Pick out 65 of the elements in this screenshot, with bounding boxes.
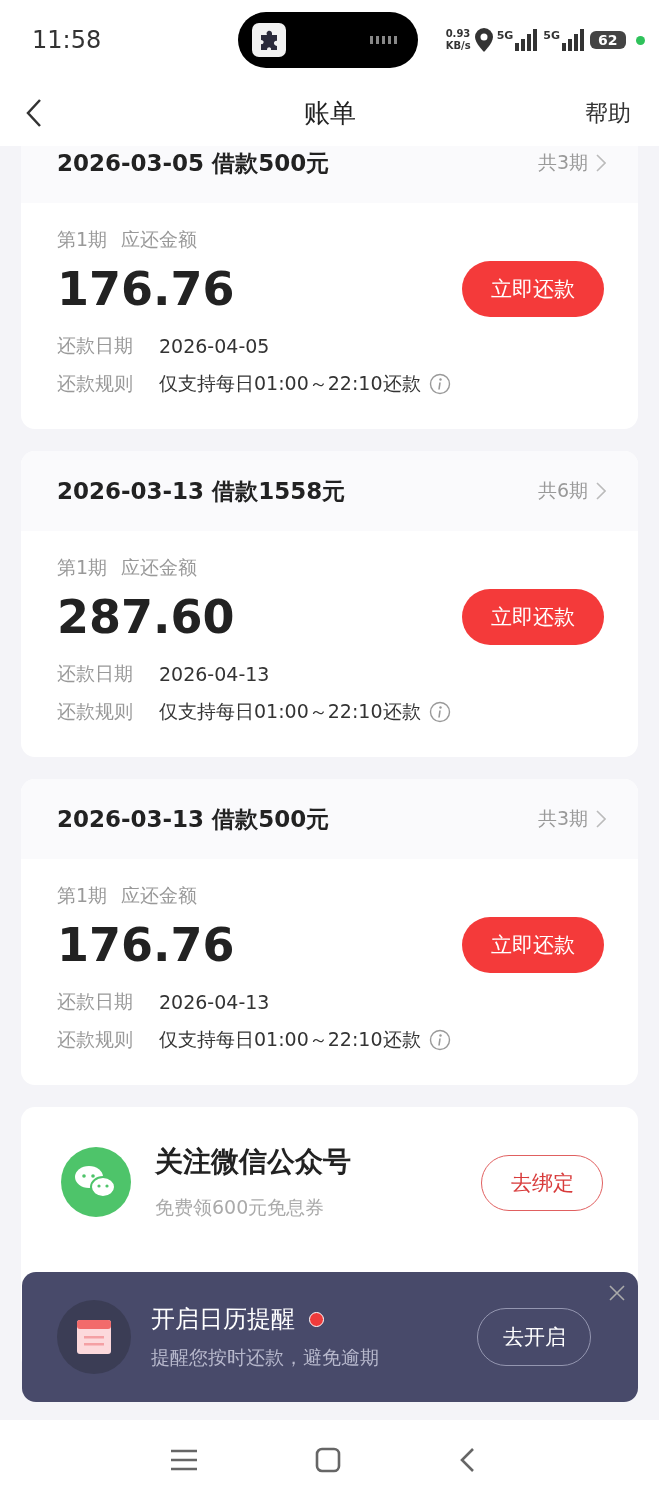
detail-label: 还款日期 xyxy=(57,989,134,1014)
term-count: 共3期 xyxy=(537,806,588,831)
detail-value: 仅支持每日01:00～22:10还款 xyxy=(159,371,421,396)
info-icon[interactable] xyxy=(428,373,451,395)
detail-value: 2026-04-13 xyxy=(159,991,270,1013)
loan-title: 2026-03-13 借款500元 xyxy=(57,804,331,834)
detail-label: 还款日期 xyxy=(57,333,134,358)
puzzle-icon xyxy=(252,23,286,57)
detail-value: 2026-04-05 xyxy=(159,335,270,357)
term-count: 共6期 xyxy=(537,478,588,503)
amount-value: 176.76 xyxy=(57,262,235,316)
detail-value: 2026-04-13 xyxy=(159,663,270,685)
installment-label: 第1期 xyxy=(57,227,108,252)
help-link[interactable]: 帮助 xyxy=(585,97,631,129)
amount-label: 应还金额 xyxy=(121,883,198,908)
detail-label: 还款规则 xyxy=(57,371,134,396)
chevron-icon xyxy=(596,810,606,828)
amount-label: 应还金额 xyxy=(121,227,198,252)
signal-icon xyxy=(513,29,540,51)
installment-label: 第1期 xyxy=(57,555,108,580)
detail-label: 还款规则 xyxy=(57,1027,134,1052)
status-time: 11:58 xyxy=(32,26,103,54)
detail-value: 仅支持每日01:00～22:10还款 xyxy=(159,699,421,724)
network-label: 5G xyxy=(543,29,560,42)
card-header[interactable]: 2026-03-13 借款1558元 共6期 xyxy=(21,451,638,531)
detail-value: 仅支持每日01:00～22:10还款 xyxy=(159,1027,421,1052)
waveform-icon xyxy=(370,33,400,47)
network-label: 5G xyxy=(496,29,514,42)
chevron-icon xyxy=(596,154,606,172)
location-icon xyxy=(474,28,493,52)
back-icon[interactable] xyxy=(26,98,42,128)
chevron-icon xyxy=(596,482,606,500)
chat-bubbles-icon xyxy=(61,1147,131,1217)
loan-title: 2026-03-05 借款500元 xyxy=(57,148,331,178)
info-icon[interactable] xyxy=(428,1029,451,1051)
wechat-title: 关注微信公众号 xyxy=(155,1144,352,1180)
wechat-subtitle: 免费领600元免息券 xyxy=(155,1195,326,1220)
term-count: 共3期 xyxy=(537,150,588,175)
reminder-subtitle: 提醒您按时还款，避免逾期 xyxy=(151,1345,380,1370)
menu-icon[interactable] xyxy=(170,1449,197,1471)
home-icon[interactable] xyxy=(314,1447,341,1473)
card-header[interactable]: 2026-03-05 借款500元 共3期 xyxy=(21,146,638,203)
detail-label: 还款规则 xyxy=(57,699,134,724)
back-icon[interactable] xyxy=(458,1447,475,1473)
reminder-title: 开启日历提醒 xyxy=(151,1304,295,1335)
signal-icon xyxy=(560,29,586,51)
page-title: 账单 xyxy=(303,96,356,130)
amount-value: 176.76 xyxy=(57,918,235,972)
amount-value: 287.60 xyxy=(57,590,235,644)
speed-unit: KB/s xyxy=(445,40,471,52)
info-icon[interactable] xyxy=(428,701,451,723)
calendar-icon xyxy=(57,1300,131,1374)
amount-label: 应还金额 xyxy=(121,555,198,580)
installment-label: 第1期 xyxy=(57,883,108,908)
speed-value: 0.93 xyxy=(445,28,471,40)
close-icon[interactable] xyxy=(609,1285,625,1301)
loan-title: 2026-03-13 借款1558元 xyxy=(57,476,347,506)
detail-label: 还款日期 xyxy=(57,661,134,686)
repay-button[interactable]: 立即还款 xyxy=(462,917,604,973)
status-dot xyxy=(636,35,645,45)
battery-indicator: 62 xyxy=(590,31,626,49)
repay-button[interactable]: 立即还款 xyxy=(462,589,604,645)
bind-button[interactable]: 去绑定 xyxy=(481,1155,603,1211)
repay-button[interactable]: 立即还款 xyxy=(462,261,604,317)
card-header[interactable]: 2026-03-13 借款500元 共3期 xyxy=(21,779,638,859)
